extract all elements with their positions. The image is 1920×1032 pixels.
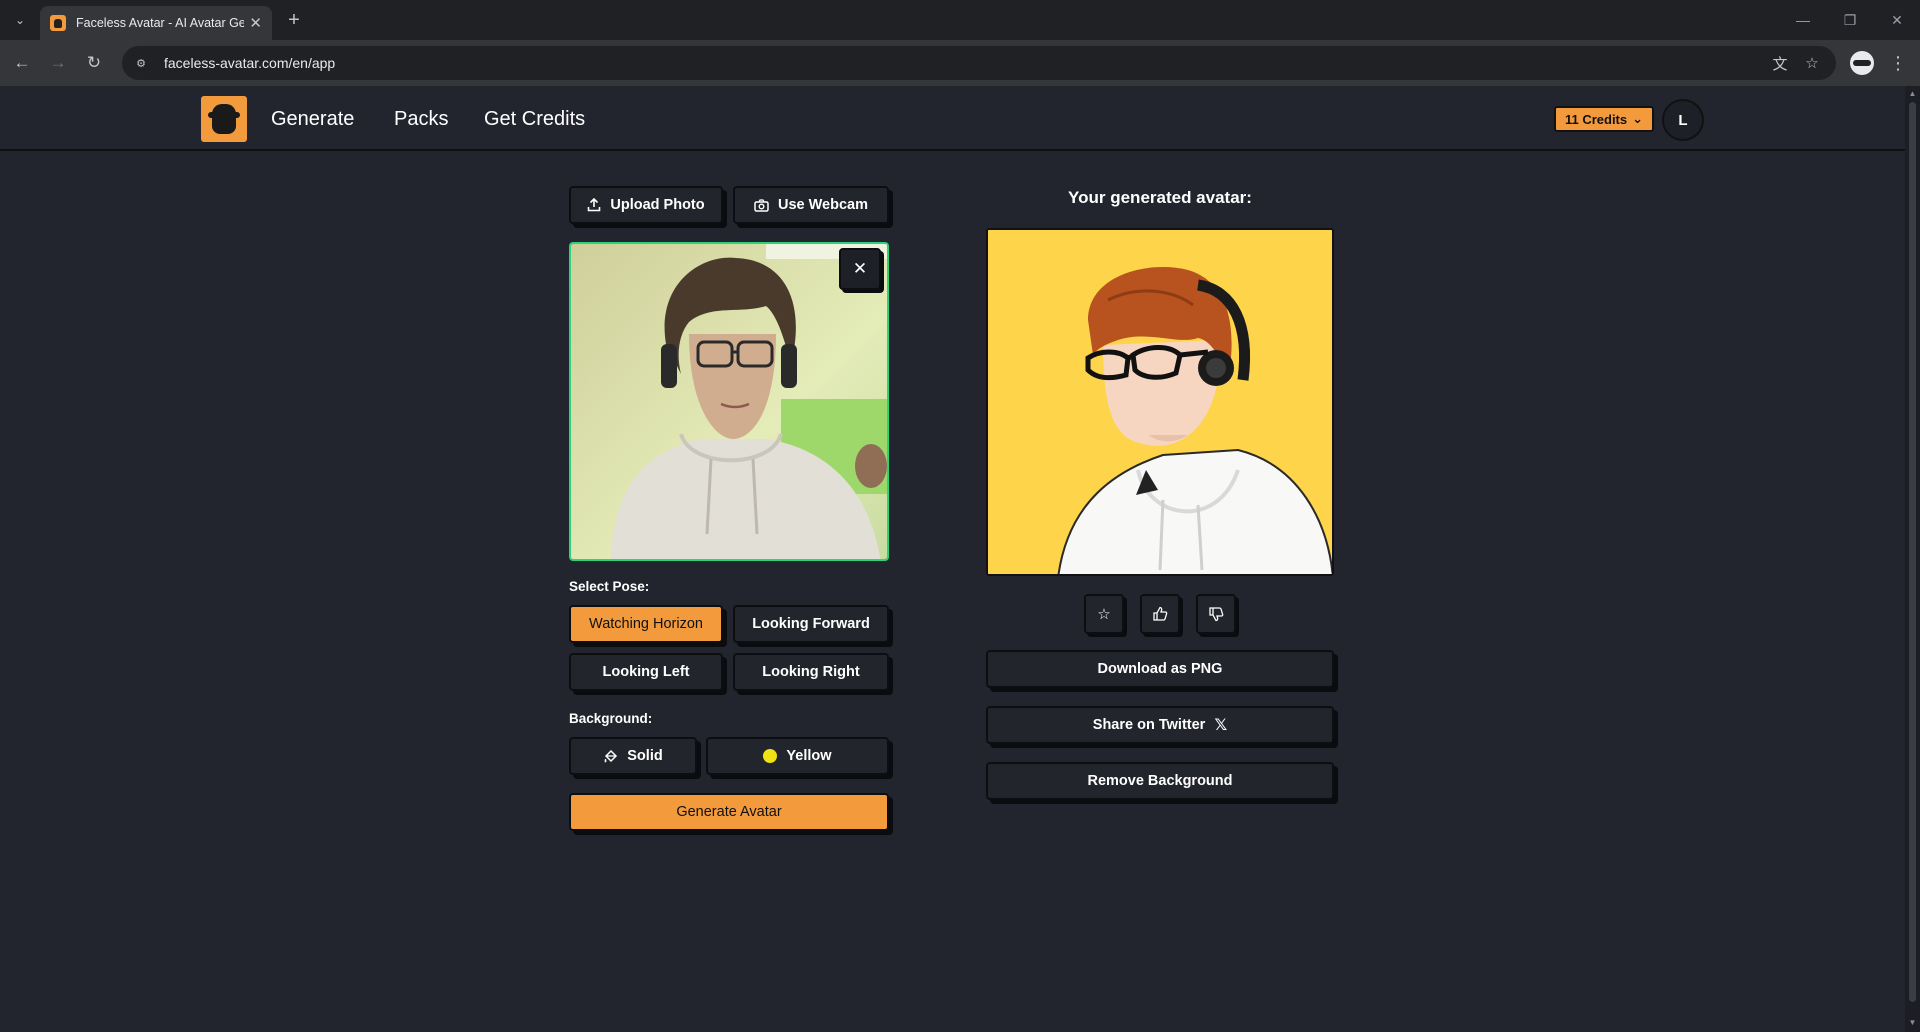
address-bar[interactable]: ⚙ faceless-avatar.com/en/app 文 ☆ <box>122 46 1836 80</box>
browser-toolbar: ← → ↻ ⚙ faceless-avatar.com/en/app 文 ☆ ⋮ <box>0 40 1920 86</box>
site-info-icon[interactable]: ⚙ <box>132 56 150 70</box>
scroll-down-arrow-icon[interactable]: ▼ <box>1908 1018 1917 1028</box>
user-avatar[interactable]: L <box>1662 99 1704 141</box>
back-arrow-icon[interactable]: ← <box>8 49 36 77</box>
restore-window-icon[interactable]: ❐ <box>1835 6 1865 34</box>
nav-get-credits[interactable]: Get Credits <box>484 108 585 131</box>
browser-menu-icon[interactable]: ⋮ <box>1886 49 1910 77</box>
new-tab-plus-icon[interactable]: + <box>282 8 306 32</box>
faceless-avatar-logo[interactable] <box>201 96 247 142</box>
upload-photo-button[interactable]: Upload Photo <box>569 186 723 224</box>
share-twitter-label: Share on Twitter <box>1092 717 1206 733</box>
close-tab-icon[interactable]: ✕ <box>249 16 262 31</box>
page-scrollbar[interactable]: ▲ ▼ <box>1905 86 1920 1032</box>
pose-watching-horizon-button[interactable]: Watching Horizon <box>569 605 723 643</box>
close-window-icon[interactable]: ✕ <box>1882 6 1912 34</box>
background-type-button[interactable]: Solid <box>569 737 697 775</box>
background-type-label: Solid <box>627 748 663 764</box>
bookmark-star-icon[interactable]: ☆ <box>1802 54 1822 72</box>
pose-looking-right-button[interactable]: Looking Right <box>733 653 889 691</box>
scrollbar-thumb[interactable] <box>1909 102 1916 1002</box>
thumbs-down-icon[interactable] <box>1196 594 1236 634</box>
use-webcam-label: Use Webcam <box>778 197 868 213</box>
background-color-label: Yellow <box>786 748 832 764</box>
nav-packs[interactable]: Packs <box>394 108 448 131</box>
page-content: Generate Packs Get Credits 11 Credits ⌄ … <box>0 86 1905 1032</box>
generate-avatar-button[interactable]: Generate Avatar <box>569 793 889 831</box>
browser-tab[interactable]: Faceless Avatar - AI Avatar Gen ✕ <box>40 6 272 40</box>
site-header: Generate Packs Get Credits 11 Credits ⌄ … <box>0 86 1905 151</box>
remove-photo-close-icon[interactable]: ✕ <box>839 248 881 290</box>
credits-button[interactable]: 11 Credits ⌄ <box>1554 106 1654 132</box>
share-twitter-button[interactable]: Share on Twitter 𝕏 <box>986 706 1334 744</box>
paint-bucket-icon <box>603 749 618 764</box>
generated-avatar-image <box>986 228 1334 576</box>
translate-icon[interactable]: 文 <box>1770 54 1790 73</box>
browser-tabbar: ⌄ Faceless Avatar - AI Avatar Gen ✕ + — … <box>0 0 1920 40</box>
url-text[interactable]: faceless-avatar.com/en/app <box>164 55 335 71</box>
logo-head-icon <box>208 104 240 134</box>
camera-icon <box>754 198 769 212</box>
browser-profile-icon[interactable] <box>1850 51 1874 75</box>
pose-looking-forward-button[interactable]: Looking Forward <box>733 605 889 643</box>
remove-background-button[interactable]: Remove Background <box>986 762 1334 800</box>
pose-looking-left-button[interactable]: Looking Left <box>569 653 723 691</box>
nav-generate[interactable]: Generate <box>271 108 354 131</box>
use-webcam-button[interactable]: Use Webcam <box>733 186 889 224</box>
minimize-window-icon[interactable]: — <box>1788 6 1818 34</box>
thumbs-up-icon[interactable] <box>1140 594 1180 634</box>
background-color-button[interactable]: Yellow <box>706 737 889 775</box>
reload-icon[interactable]: ↻ <box>80 49 108 77</box>
select-pose-label: Select Pose: <box>569 579 650 594</box>
upload-photo-label: Upload Photo <box>610 197 705 213</box>
tab-search-chevron-down-icon[interactable]: ⌄ <box>6 8 34 32</box>
x-logo-icon: 𝕏 <box>1214 717 1228 734</box>
credits-label: 11 Credits <box>1564 111 1628 127</box>
yellow-color-swatch <box>763 749 778 763</box>
forward-arrow-icon[interactable]: → <box>44 49 72 77</box>
chevron-down-icon: ⌄ <box>1632 111 1644 126</box>
scroll-up-arrow-icon[interactable]: ▲ <box>1908 89 1917 99</box>
generated-avatar-title: Your generated avatar: <box>1068 188 1252 207</box>
tab-title: Faceless Avatar - AI Avatar Gen <box>76 16 244 30</box>
favicon-icon <box>50 15 66 31</box>
download-png-button[interactable]: Download as PNG <box>986 650 1334 688</box>
background-label: Background: <box>569 711 653 726</box>
upload-icon <box>587 198 601 212</box>
favorite-star-icon[interactable]: ☆ <box>1084 594 1124 634</box>
